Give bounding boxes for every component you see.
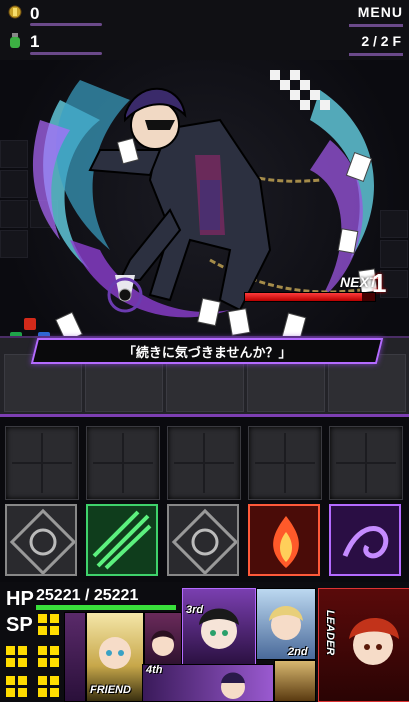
key-bar [30,23,102,26]
enemy-hp-fill [245,293,362,301]
key-icon [6,3,24,25]
sp-cell [6,688,15,697]
sp-cell [50,626,59,635]
sp-cell [18,658,27,667]
orb-slot-4[interactable] [248,504,320,576]
sp-label: SP [6,614,33,636]
orb-slot-1[interactable] [5,504,77,576]
sp-cell [38,646,47,655]
orb-slot-3[interactable] [167,504,239,576]
crest-icon [9,508,75,574]
sp-cell [50,646,59,655]
menu-underline [349,24,403,27]
hp-value: 25221 / 25221 [36,587,138,605]
sp-cell [50,676,59,685]
potion-bar [30,52,102,55]
sp-cell [18,688,27,697]
friend-side-portrait[interactable] [64,612,86,702]
sp-cell [38,688,47,697]
hp-current: 25221 [36,587,81,604]
wood-slash-icon [92,510,152,570]
third-member-face-icon [199,608,239,649]
empty-slot[interactable] [167,426,241,500]
empty-slot[interactable] [86,426,160,500]
leader-tag: LEADER [324,610,336,656]
enemy-speech-bubble: 「続きに気づきませんか？」 [30,338,384,364]
potion-icon [6,31,24,53]
crest-icon [171,508,237,574]
sp-cell [6,658,15,667]
top-status-bar [0,0,409,60]
enemy-hp-bar [244,292,376,302]
friend-tag: FRIEND [90,684,131,696]
enemy-speech-text: 「続きに気づきませんか？」 [122,345,292,361]
orb-slot-5[interactable] [329,504,401,576]
sp-cell [18,646,27,655]
sp-cell [50,658,59,667]
hp-max: 25221 [93,587,139,604]
hp-separator: / [84,587,90,604]
empty-slot[interactable] [248,426,322,500]
sp-cell [38,658,47,667]
sp-cell [38,626,47,635]
sp-cell [6,676,15,685]
flame-icon [273,516,299,568]
sp-cell [6,646,15,655]
key-count: 0 [30,4,40,23]
empty-slot[interactable] [5,426,79,500]
potion-count: 1 [30,32,40,51]
fourth-tag: 4th [146,664,163,676]
empty-slot[interactable] [329,426,403,500]
floor-underline [349,53,403,56]
sp-cell [38,676,47,685]
sp-cell [50,688,59,697]
hp-label: HP [6,588,34,610]
enemy-boss-sprite[interactable] [20,60,400,350]
potion-counter: 1 [6,30,39,54]
helper-portrait[interactable] [274,660,316,702]
party-hp-bar [36,605,176,610]
sp-cell [18,676,27,685]
orb-slot-2[interactable] [86,504,158,576]
fire-attr-icon [24,318,36,330]
second-tag: 2nd [288,646,308,658]
floor-indicator: 2 / 2 F [361,33,401,49]
menu-button[interactable]: MENU [358,4,403,20]
sp-cell [50,614,59,623]
sp-cell [38,614,47,623]
third-member-portrait[interactable] [182,588,256,666]
dark-swirl-icon [342,526,389,559]
third-tag: 3rd [186,604,204,616]
